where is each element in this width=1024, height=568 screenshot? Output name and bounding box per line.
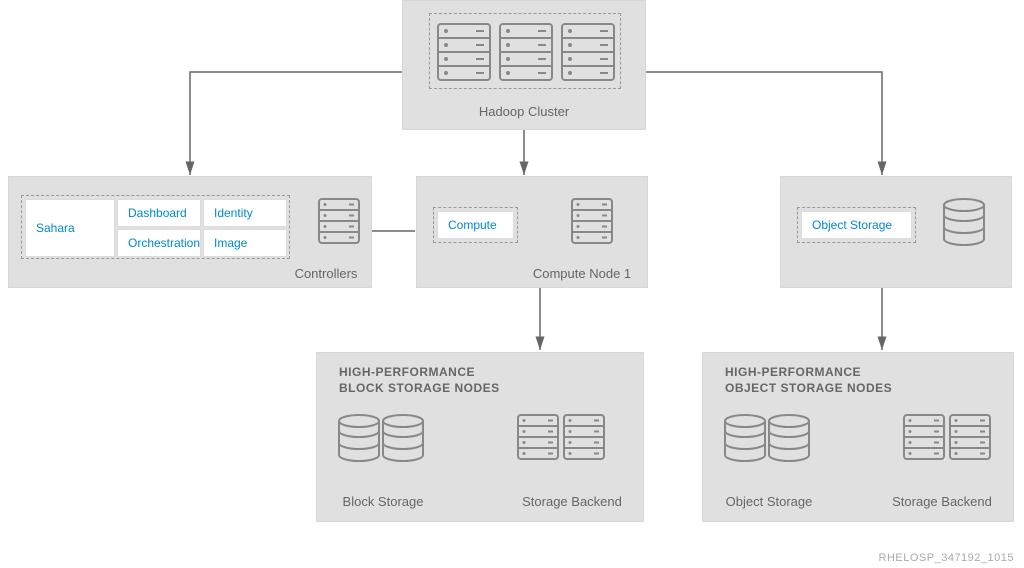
service-dashboard: Dashboard (117, 199, 201, 227)
controllers-label: Controllers (291, 266, 361, 281)
server-icon (438, 24, 490, 80)
block-storage-right-label: Storage Backend (517, 494, 627, 509)
server-icon (564, 415, 604, 459)
controllers-box: Dashboard Identity Sahara Orchestration … (8, 176, 372, 288)
service-object-storage: Object Storage (801, 211, 912, 239)
service-identity: Identity (203, 199, 287, 227)
object-service-group: Object Storage (797, 207, 916, 243)
storage-icon (769, 415, 809, 461)
service-orchestration: Orchestration (117, 229, 201, 257)
server-icon (572, 199, 612, 243)
storage-icon (339, 415, 379, 461)
object-storage-title: HIGH-PERFORMANCE OBJECT STORAGE NODES (725, 365, 892, 396)
server-icon (518, 415, 558, 459)
hadoop-server-group (429, 13, 621, 89)
compute-node-box: Compute Compute Node 1 (416, 176, 648, 288)
storage-icon (725, 415, 765, 461)
storage-icon (944, 199, 984, 245)
server-icon (950, 415, 990, 459)
diagram-id: RHELOSP_347192_1015 (879, 552, 1014, 564)
service-compute: Compute (437, 211, 514, 239)
server-icon (562, 24, 614, 80)
block-storage-title: HIGH-PERFORMANCE BLOCK STORAGE NODES (339, 365, 500, 396)
object-storage-left-label: Object Storage (719, 494, 819, 509)
compute-node-label: Compute Node 1 (527, 266, 637, 281)
server-icon (904, 415, 944, 459)
block-storage-nodes-box: HIGH-PERFORMANCE BLOCK STORAGE NODES Blo… (316, 352, 644, 522)
server-icon (500, 24, 552, 80)
compute-service-group: Compute (433, 207, 518, 243)
controller-services-group: Dashboard Identity Sahara Orchestration … (21, 195, 290, 259)
object-storage-box: Object Storage (780, 176, 1012, 288)
server-icon (319, 199, 359, 243)
hadoop-cluster-label: Hadoop Cluster (403, 104, 645, 119)
service-sahara: Sahara (25, 199, 115, 257)
storage-icon (383, 415, 423, 461)
service-image: Image (203, 229, 287, 257)
block-storage-left-label: Block Storage (333, 494, 433, 509)
object-storage-right-label: Storage Backend (887, 494, 997, 509)
object-storage-nodes-box: HIGH-PERFORMANCE OBJECT STORAGE NODES Ob… (702, 352, 1014, 522)
hadoop-cluster-box: Hadoop Cluster (402, 0, 646, 130)
